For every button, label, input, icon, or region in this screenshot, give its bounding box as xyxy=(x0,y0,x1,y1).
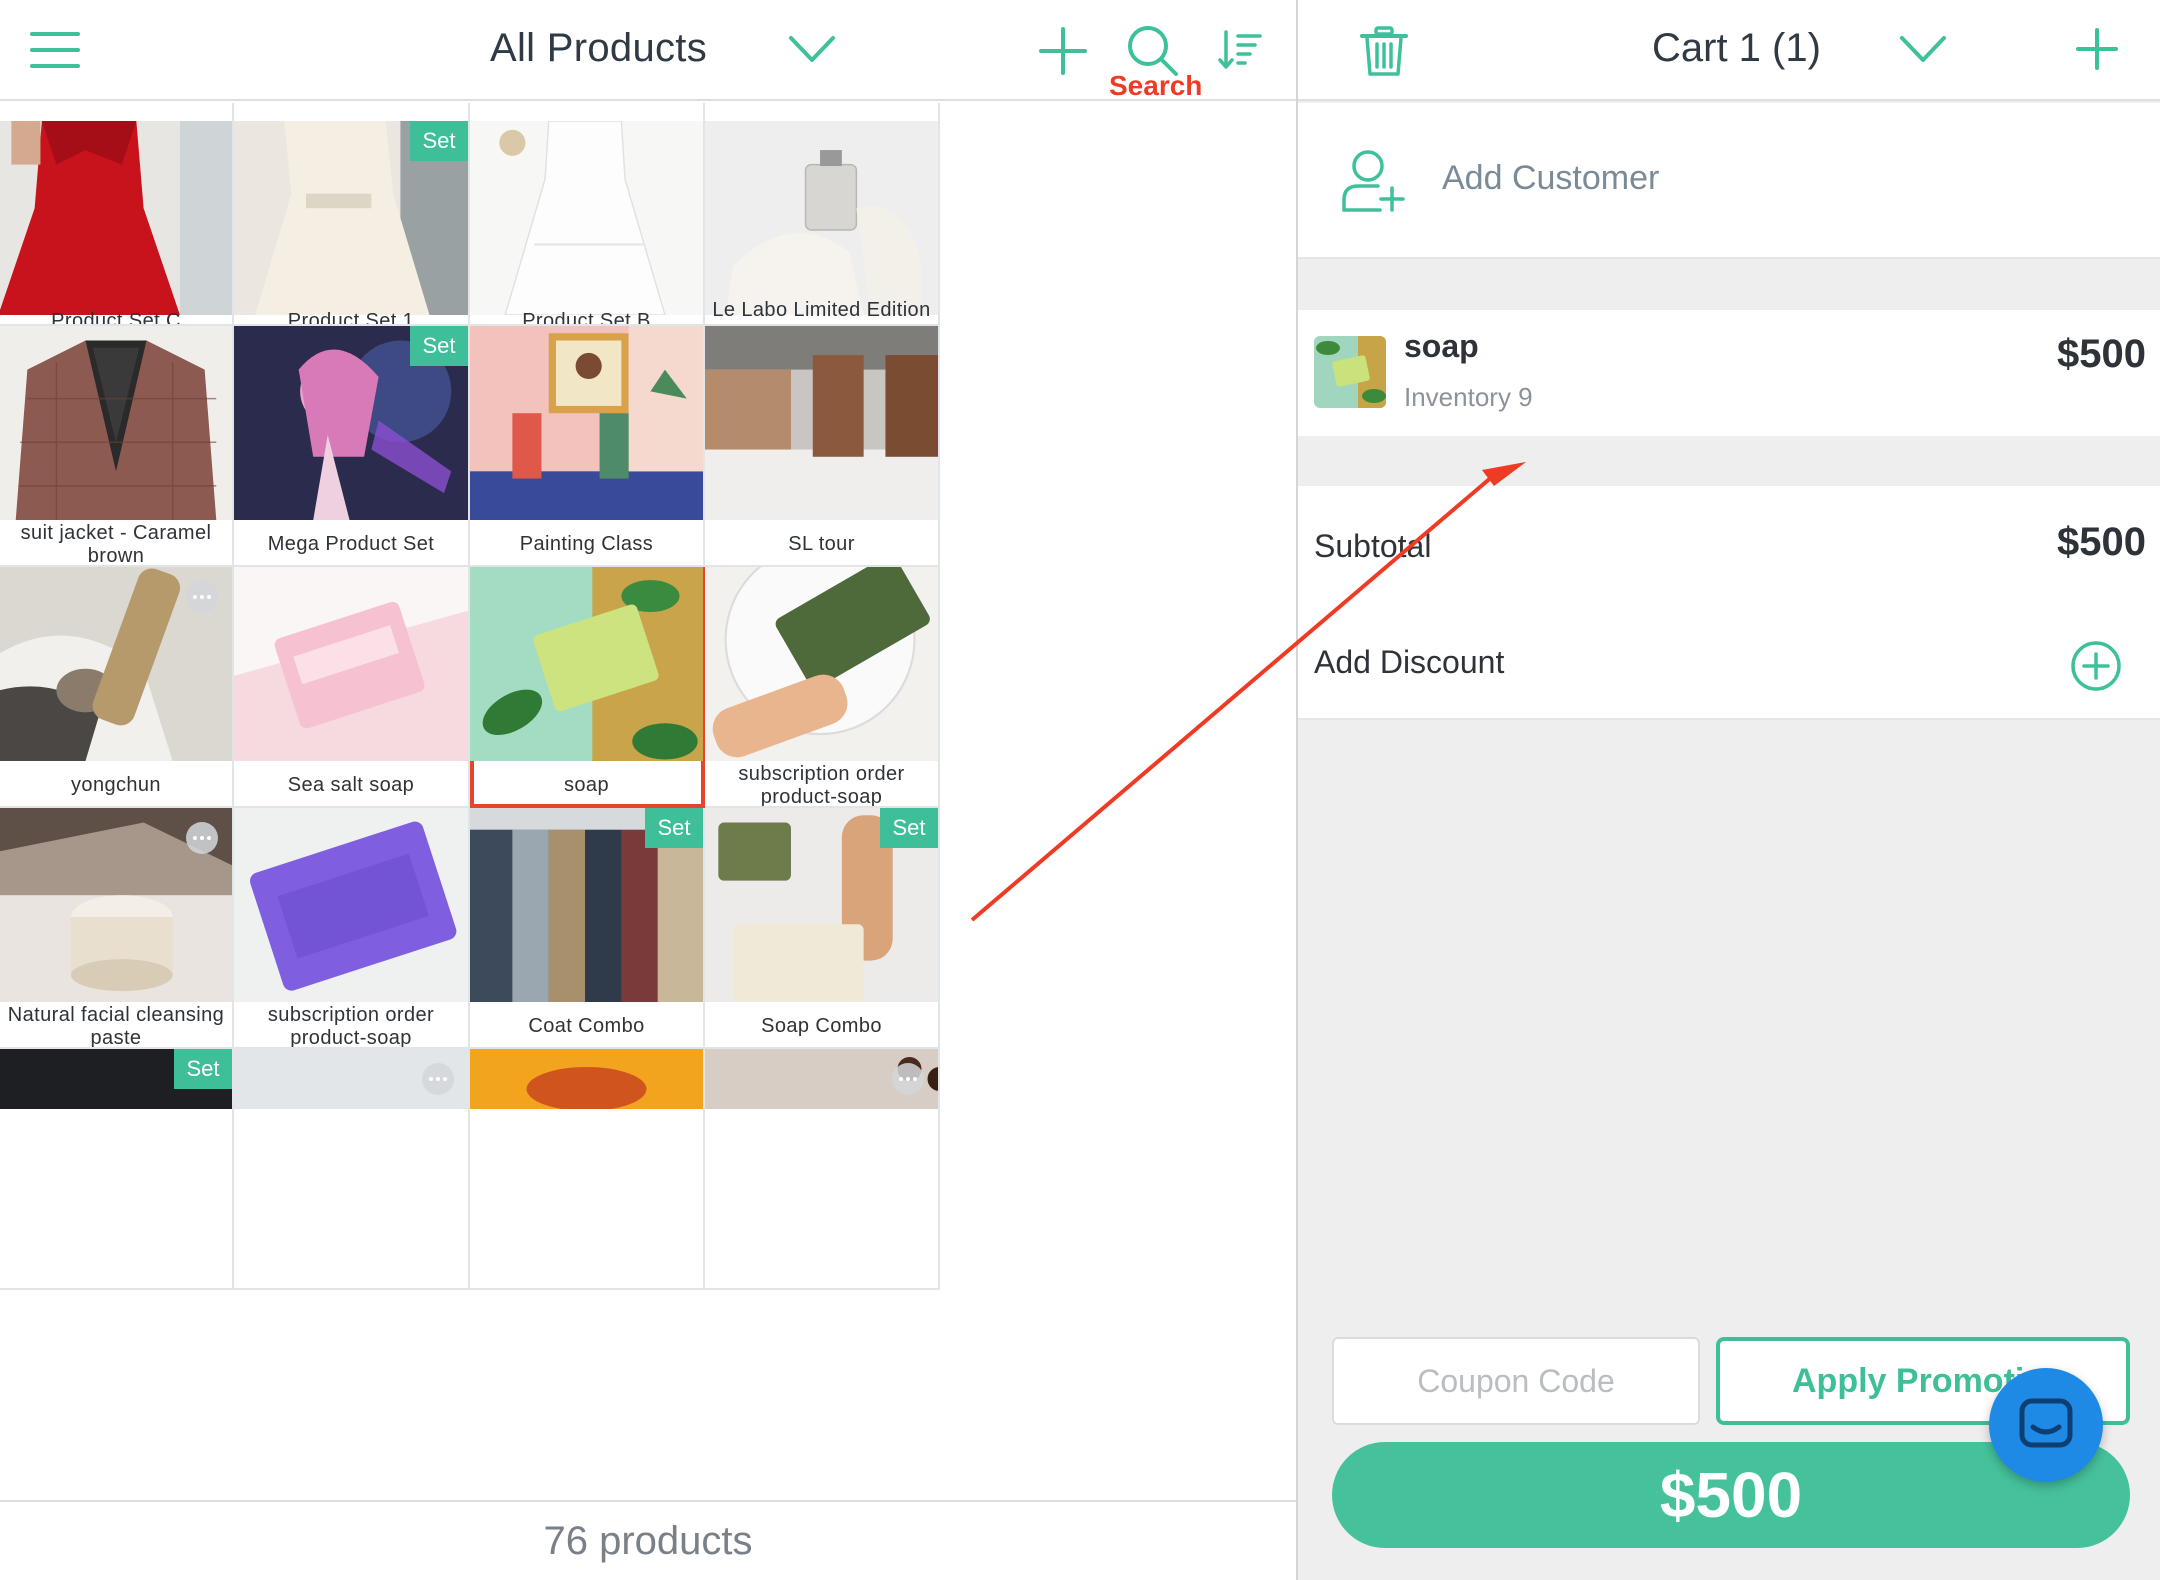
product-image xyxy=(470,121,703,315)
cart-pane: Cart 1 (1) Add Customer soap Inventory 9… xyxy=(1296,0,2160,1580)
cart-item-thumbnail xyxy=(1314,336,1386,408)
product-image xyxy=(470,567,703,761)
product-tile-soap-combo[interactable]: Soap Combo Set xyxy=(705,808,940,1049)
product-tile-empty[interactable] xyxy=(705,1049,940,1290)
product-pane: All Products Search Product Set C Product… xyxy=(0,0,1296,1580)
product-tile-painting-class[interactable]: Painting Class xyxy=(470,326,705,567)
product-name: Soap Combo xyxy=(761,1015,882,1037)
set-badge: Set xyxy=(410,326,468,366)
more-options-icon[interactable] xyxy=(892,1063,924,1095)
product-tile-soap[interactable]: soap xyxy=(470,567,705,808)
product-name: soap xyxy=(564,774,609,796)
add-customer-label: Add Customer xyxy=(1442,159,1660,197)
product-tile-coat-combo[interactable]: Coat Combo Set xyxy=(470,808,705,1049)
product-tile-empty[interactable]: Set xyxy=(0,1049,234,1290)
set-badge: Set xyxy=(645,808,703,848)
sort-icon[interactable] xyxy=(1218,28,1262,72)
product-count-bar: 76 products xyxy=(0,1500,1296,1580)
subtotal-label: Subtotal xyxy=(1314,528,1432,564)
product-image xyxy=(0,326,232,520)
chat-icon xyxy=(2019,1398,2073,1448)
cart-header: Cart 1 (1) xyxy=(1298,0,2160,101)
product-name: yongchun xyxy=(71,774,161,796)
trash-icon[interactable] xyxy=(1360,26,1408,78)
product-image xyxy=(470,326,703,520)
coupon-code-input[interactable] xyxy=(1332,1337,1700,1425)
product-tile-empty[interactable] xyxy=(234,1049,470,1290)
product-image xyxy=(470,1049,703,1109)
product-tile-mega-product-set[interactable]: Mega Product Set Set xyxy=(234,326,470,567)
menu-icon[interactable] xyxy=(30,32,80,68)
new-cart-plus-icon[interactable] xyxy=(2076,28,2118,70)
product-tile-subscription-order-product-soap[interactable]: subscription order product-soap xyxy=(234,808,470,1049)
product-tile-product-set-c[interactable]: Product Set C xyxy=(0,103,234,326)
product-name: Coat Combo xyxy=(528,1015,645,1037)
add-customer-row[interactable]: Add Customer xyxy=(1298,103,2160,259)
product-image xyxy=(705,567,938,761)
chat-support-button[interactable] xyxy=(1989,1368,2103,1482)
product-tile-product-set-b[interactable]: Product Set B xyxy=(470,103,705,326)
product-tile-le-labo-limited-edition-scent-tokyo[interactable]: Le Labo Limited Edition Scent - Tokyo xyxy=(705,103,940,326)
totals-section: Subtotal $500 Add Discount xyxy=(1298,486,2160,720)
product-count: 76 products xyxy=(543,1518,753,1563)
product-name: Product Set B xyxy=(522,310,651,326)
chevron-down-icon[interactable] xyxy=(787,32,837,66)
product-tile-natural-facial-cleansing-paste[interactable]: Natural facial cleansing paste xyxy=(0,808,234,1049)
product-name: Mega Product Set xyxy=(267,533,435,555)
product-tile-yongchun[interactable]: yongchun xyxy=(0,567,234,808)
product-tile-sl-tour[interactable]: SL tour xyxy=(705,326,940,567)
product-tile-subscription-order-product-soap[interactable]: subscription order product-soap xyxy=(705,567,940,808)
set-badge: Set xyxy=(880,808,938,848)
add-user-icon xyxy=(1342,150,1405,212)
product-name: Product Set C xyxy=(51,310,181,326)
set-badge: Set xyxy=(410,121,468,161)
add-discount-label[interactable]: Add Discount xyxy=(1314,644,1504,681)
product-name: SL tour xyxy=(788,533,855,555)
plus-icon[interactable] xyxy=(1038,26,1088,76)
more-options-icon[interactable] xyxy=(186,822,218,854)
product-name: Sea salt soap xyxy=(287,774,415,796)
product-name: subscription order product-soap xyxy=(267,1003,435,1049)
product-name: suit jacket - Caramel brown xyxy=(20,521,212,567)
product-header: All Products Search xyxy=(0,0,1296,101)
product-tile-product-set-1[interactable]: Product Set 1 Set xyxy=(234,103,470,326)
product-name: Painting Class xyxy=(519,533,654,555)
product-image xyxy=(234,808,468,1002)
product-name: Product Set 1 xyxy=(287,310,415,326)
cart-item-inventory: Inventory 9 xyxy=(1404,382,1533,412)
cart-chevron-down-icon[interactable] xyxy=(1898,32,1948,66)
product-tile-suit-jacket-caramel-brown[interactable]: suit jacket - Caramel brown xyxy=(0,326,234,567)
product-tile-empty[interactable] xyxy=(470,1049,705,1290)
subtotal-value: $500 xyxy=(2057,520,2146,564)
product-image xyxy=(705,326,938,520)
more-options-icon[interactable] xyxy=(186,581,218,613)
category-title[interactable]: All Products xyxy=(490,26,707,71)
cart-item-name: soap xyxy=(1404,328,1479,364)
product-image xyxy=(705,121,938,315)
product-name: subscription order product-soap xyxy=(738,762,905,808)
product-name: Le Labo Limited Edition Scent - Tokyo xyxy=(711,299,932,325)
cart-item-price: $500 xyxy=(2057,332,2146,376)
product-image xyxy=(0,121,232,315)
product-tile-sea-salt-soap[interactable]: Sea salt soap xyxy=(234,567,470,808)
cart-title[interactable]: Cart 1 (1) xyxy=(1652,26,1821,71)
cart-line-item[interactable]: soap Inventory 9 $500 xyxy=(1298,310,2160,436)
product-image xyxy=(234,567,468,761)
search-annotation-label: Search xyxy=(1109,70,1203,101)
product-grid: Product Set C Product Set 1 Set Product Set… xyxy=(0,103,1296,1500)
set-badge: Set xyxy=(174,1049,232,1089)
product-name: Natural facial cleansing paste xyxy=(7,1003,225,1049)
add-discount-plus-icon[interactable] xyxy=(2070,640,2122,692)
more-options-icon[interactable] xyxy=(422,1063,454,1095)
